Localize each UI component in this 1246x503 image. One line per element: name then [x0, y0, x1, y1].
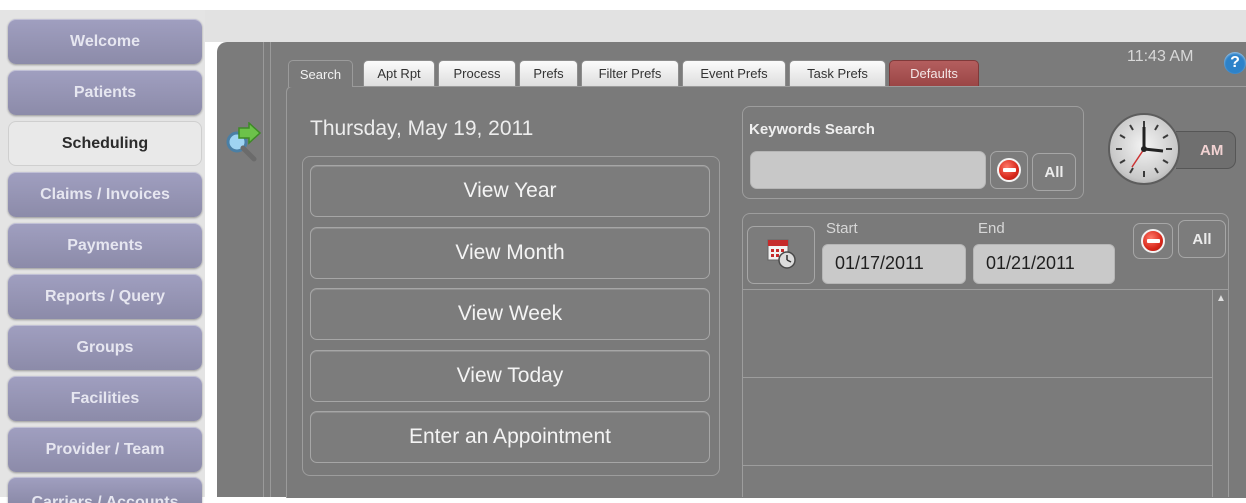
end-date-input[interactable]: 01/21/2011: [973, 244, 1115, 284]
sidebar-item-payments[interactable]: Payments: [8, 223, 202, 268]
view-week-button[interactable]: View Week: [310, 288, 710, 340]
keywords-search-input[interactable]: [750, 151, 986, 189]
view-today-button[interactable]: View Today: [310, 350, 710, 402]
enter-appointment-button[interactable]: Enter an Appointment: [310, 411, 710, 463]
view-month-button[interactable]: View Month: [310, 227, 710, 279]
clear-dates-button[interactable]: [1133, 223, 1173, 259]
clock-face: [1116, 121, 1172, 177]
clock-time: 11:43 AM: [1127, 48, 1194, 65]
start-date-input[interactable]: 01/17/2011: [822, 244, 966, 284]
all-dates-button[interactable]: All: [1178, 220, 1226, 258]
sidebar-item-provider-team[interactable]: Provider / Team: [8, 427, 202, 472]
all-keywords-button[interactable]: All: [1032, 153, 1076, 191]
clear-keywords-button[interactable]: [990, 151, 1028, 189]
row-divider: [743, 377, 1212, 378]
calendar-clock-icon: [767, 239, 796, 269]
tab-filter-prefs[interactable]: Filter Prefs: [581, 60, 679, 86]
sidebar-item-label: Carriers / Accounts: [31, 494, 179, 503]
start-label: Start: [826, 220, 858, 237]
divider: [270, 42, 271, 497]
current-date: Thursday, May 19, 2011: [310, 117, 534, 140]
tab-search[interactable]: Search: [288, 60, 353, 87]
keywords-search-label: Keywords Search: [749, 121, 875, 138]
sidebar-item-reports-query[interactable]: Reports / Query: [8, 274, 202, 319]
tab-task-prefs[interactable]: Task Prefs: [789, 60, 886, 86]
divider: [263, 42, 264, 497]
sidebar-item-patients[interactable]: Patients: [8, 70, 202, 115]
tab-event-prefs[interactable]: Event Prefs: [682, 60, 786, 86]
row-divider: [743, 465, 1212, 466]
minus-icon: [997, 158, 1021, 182]
sidebar-item-claims-invoices[interactable]: Claims / Invoices: [8, 172, 202, 217]
tab-apt-rpt[interactable]: Apt Rpt: [363, 60, 435, 86]
sidebar-item-scheduling[interactable]: Scheduling: [8, 121, 202, 166]
end-label: End: [978, 220, 1005, 237]
help-icon[interactable]: ?: [1224, 52, 1246, 74]
calendar-button[interactable]: [747, 226, 815, 284]
ampm-label: AM: [1200, 142, 1224, 159]
top-bar: [205, 10, 1246, 42]
clock-icon[interactable]: [1108, 113, 1180, 185]
scroll-up-icon[interactable]: ▲: [1213, 290, 1229, 306]
sidebar-item-welcome[interactable]: Welcome: [8, 19, 202, 64]
minus-icon: [1141, 229, 1165, 253]
view-year-button[interactable]: View Year: [310, 165, 710, 217]
sidebar-item-facilities[interactable]: Facilities: [8, 376, 202, 421]
tab-process[interactable]: Process: [438, 60, 516, 86]
sidebar-item-carriers-accounts[interactable]: Carriers / Accounts: [8, 477, 202, 503]
results-scrollbar[interactable]: [1212, 289, 1229, 497]
sidebar: Welcome Patients Scheduling Claims / Inv…: [0, 10, 205, 503]
search-arrow-icon[interactable]: [221, 122, 263, 164]
tab-prefs[interactable]: Prefs: [519, 60, 578, 86]
tab-defaults[interactable]: Defaults: [889, 60, 979, 86]
sidebar-item-groups[interactable]: Groups: [8, 325, 202, 370]
